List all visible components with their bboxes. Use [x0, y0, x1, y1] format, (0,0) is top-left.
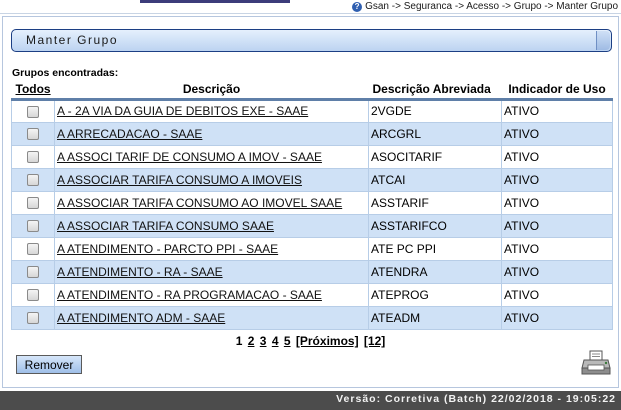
table-row: A ATENDIMENTO - PARCTO PPI - SAAE ATE PC … [11, 236, 613, 261]
table-body: A - 2A VIA DA GUIA DE DEBITOS EXE - SAAE… [11, 98, 613, 330]
abreviada-cell: ASSTARIFCO [368, 213, 502, 238]
descricao-cell: A ASSOCIAR TARIFA CONSUMO AO IMOVEL SAAE [54, 190, 369, 215]
descricao-cell: A ASSOCIAR TARIFA CONSUMO A IMOVEIS [54, 167, 369, 192]
breadcrumb-text: Gsan -> Seguranca -> Acesso -> Grupo -> … [365, 1, 618, 12]
table-row: A ASSOCIAR TARIFA CONSUMO SAAE ASSTARIFCO… [11, 213, 613, 238]
abreviada-cell: ATCAI [368, 167, 502, 192]
printer-icon[interactable] [581, 350, 611, 376]
row-checkbox[interactable] [27, 197, 39, 210]
abreviada-cell: ATENDRA [368, 259, 502, 284]
row-checkbox[interactable] [27, 312, 39, 325]
descricao-cell: A ATENDIMENTO - RA PROGRAMACAO - SAAE [54, 282, 369, 307]
abreviada-cell: ATE PC PPI [368, 236, 502, 261]
abreviada-cell: ASOCITARIF [368, 144, 502, 169]
title-bar-corner [596, 31, 610, 50]
descricao-cell: A ARRECADACAO - SAAE [54, 121, 369, 146]
page-link-3[interactable]: 3 [260, 334, 267, 348]
row-checkbox[interactable] [27, 151, 39, 164]
row-checkbox[interactable] [27, 105, 39, 118]
panel-title: Manter Grupo [26, 33, 119, 47]
column-header-descricao: Descrição [54, 80, 369, 99]
group-link[interactable]: A ATENDIMENTO ADM - SAAE [57, 311, 225, 325]
row-select-cell [11, 190, 55, 215]
top-bar: ? Gsan -> Seguranca -> Acesso -> Grupo -… [0, 0, 621, 14]
table-row: A ASSOCI TARIF DE CONSUMO A IMOV - SAAE A… [11, 144, 613, 169]
footer-bar: Versão: Corretiva (Batch) 22/02/2018 - 1… [0, 391, 621, 410]
help-icon[interactable]: ? [352, 1, 363, 12]
top-strip-decoration [140, 0, 290, 3]
row-select-cell [11, 98, 55, 123]
group-link[interactable]: A ATENDIMENTO - PARCTO PPI - SAAE [57, 242, 278, 256]
pagination: 1 2 3 4 5 [Próximos] [12] [0, 334, 621, 348]
abreviada-cell: 2VGDE [368, 98, 502, 123]
row-checkbox[interactable] [27, 243, 39, 256]
group-link[interactable]: A ATENDIMENTO - RA - SAAE [57, 265, 223, 279]
abreviada-cell: ARCGRL [368, 121, 502, 146]
group-link[interactable]: A - 2A VIA DA GUIA DE DEBITOS EXE - SAAE [57, 104, 308, 118]
groups-table: Todos Descrição Descrição Abreviada Indi… [11, 80, 613, 330]
row-checkbox[interactable] [27, 289, 39, 302]
row-select-cell [11, 259, 55, 284]
indicador-uso-cell: ATIVO [501, 121, 613, 146]
select-all-link[interactable]: Todos [11, 80, 55, 99]
group-link[interactable]: A ASSOCIAR TARIFA CONSUMO AO IMOVEL SAAE [57, 196, 342, 210]
table-row: A ATENDIMENTO ADM - SAAE ATEADM ATIVO [11, 305, 613, 330]
indicador-uso-cell: ATIVO [501, 167, 613, 192]
row-checkbox[interactable] [27, 174, 39, 187]
group-link[interactable]: A ARRECADACAO - SAAE [57, 127, 202, 141]
descricao-cell: A - 2A VIA DA GUIA DE DEBITOS EXE - SAAE [54, 98, 369, 123]
breadcrumb: ? Gsan -> Seguranca -> Acesso -> Grupo -… [352, 1, 618, 12]
remove-button[interactable]: Remover [16, 355, 82, 374]
indicador-uso-cell: ATIVO [501, 213, 613, 238]
table-header-row: Todos Descrição Descrição Abreviada Indi… [11, 80, 613, 99]
group-link[interactable]: A ASSOCI TARIF DE CONSUMO A IMOV - SAAE [57, 150, 322, 164]
page-link-2[interactable]: 2 [248, 334, 255, 348]
row-checkbox[interactable] [27, 128, 39, 141]
group-link[interactable]: A ASSOCIAR TARIFA CONSUMO A IMOVEIS [57, 173, 302, 187]
descricao-cell: A ASSOCI TARIF DE CONSUMO A IMOV - SAAE [54, 144, 369, 169]
version-text: Versão: Corretiva (Batch) 22/02/2018 - 1… [336, 393, 616, 405]
next-pages-link[interactable]: [Próximos] [296, 334, 359, 348]
column-header-abreviada: Descrição Abreviada [368, 80, 502, 99]
descricao-cell: A ASSOCIAR TARIFA CONSUMO SAAE [54, 213, 369, 238]
abreviada-cell: ATEPROG [368, 282, 502, 307]
group-link[interactable]: A ASSOCIAR TARIFA CONSUMO SAAE [57, 219, 274, 233]
table-row: A ATENDIMENTO - RA PROGRAMACAO - SAAE ATE… [11, 282, 613, 307]
column-header-uso: Indicador de Uso [501, 80, 613, 99]
page-current: 1 [235, 334, 243, 348]
row-select-cell [11, 282, 55, 307]
table-row: A ARRECADACAO - SAAE ARCGRL ATIVO [11, 121, 613, 146]
table-row: A ASSOCIAR TARIFA CONSUMO A IMOVEIS ATCAI… [11, 167, 613, 192]
row-select-cell [11, 121, 55, 146]
table-row: A ATENDIMENTO - RA - SAAE ATENDRA ATIVO [11, 259, 613, 284]
row-select-cell [11, 236, 55, 261]
row-checkbox[interactable] [27, 266, 39, 279]
row-select-cell [11, 305, 55, 330]
descricao-cell: A ATENDIMENTO - RA - SAAE [54, 259, 369, 284]
indicador-uso-cell: ATIVO [501, 236, 613, 261]
indicador-uso-cell: ATIVO [501, 282, 613, 307]
last-page-link[interactable]: [12] [364, 334, 385, 348]
abreviada-cell: ASSTARIF [368, 190, 502, 215]
descricao-cell: A ATENDIMENTO - PARCTO PPI - SAAE [54, 236, 369, 261]
indicador-uso-cell: ATIVO [501, 144, 613, 169]
indicador-uso-cell: ATIVO [501, 259, 613, 284]
row-select-cell [11, 144, 55, 169]
descricao-cell: A ATENDIMENTO ADM - SAAE [54, 305, 369, 330]
row-select-cell [11, 167, 55, 192]
group-link[interactable]: A ATENDIMENTO - RA PROGRAMACAO - SAAE [57, 288, 322, 302]
results-label: Grupos encontradas: [12, 67, 119, 79]
abreviada-cell: ATEADM [368, 305, 502, 330]
row-select-cell [11, 213, 55, 238]
page-link-4[interactable]: 4 [272, 334, 279, 348]
indicador-uso-cell: ATIVO [501, 305, 613, 330]
table-row: A ASSOCIAR TARIFA CONSUMO AO IMOVEL SAAE… [11, 190, 613, 215]
indicador-uso-cell: ATIVO [501, 190, 613, 215]
indicador-uso-cell: ATIVO [501, 98, 613, 123]
page-link-5[interactable]: 5 [284, 334, 291, 348]
panel-title-bar: Manter Grupo [11, 29, 612, 52]
table-row: A - 2A VIA DA GUIA DE DEBITOS EXE - SAAE… [11, 98, 613, 123]
row-checkbox[interactable] [27, 220, 39, 233]
